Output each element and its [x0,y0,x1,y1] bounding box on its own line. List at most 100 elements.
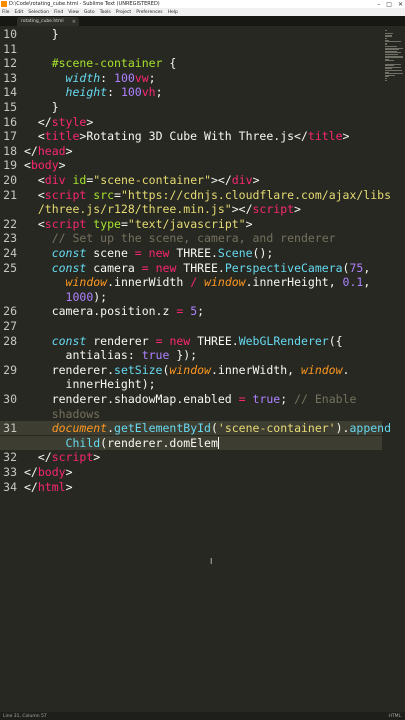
code-line[interactable]: antialias: true }); [0,348,382,362]
maximize-icon[interactable]: □ [386,1,392,8]
code-token: #scene-container [24,56,163,71]
minimap[interactable] [383,26,405,86]
tab-rotating-cube[interactable]: rotating_cube.html × [17,17,79,26]
code-line[interactable]: 24 const scene = new THREE.Scene(); [0,246,382,260]
code-line[interactable]: Child(renderer.domElem [0,435,382,450]
menu-goto[interactable]: Goto [84,10,95,15]
menu-project[interactable]: Project [116,10,131,15]
minimize-icon[interactable]: – [377,1,380,8]
code-line[interactable]: 31 document.getElementById('scene-contai… [0,421,391,436]
close-icon[interactable]: ✕ [398,1,403,8]
code-line[interactable]: 22 <script type="text/javascript"> [0,217,382,231]
code-token: >Rotating 3D Cube With Three.js</ [79,129,308,144]
tab-close-icon[interactable]: × [72,19,76,25]
line-number: 17 [3,129,17,144]
code-line[interactable]: 19 <body> [0,158,382,172]
code-token: shadows [24,406,101,421]
syntax-mode[interactable]: HTML [388,714,401,719]
menu-file[interactable]: File [2,10,10,15]
code-text: <body> [24,158,66,172]
code-line[interactable]: /three.js/r128/three.min.js"></script> [0,202,382,216]
code-line[interactable]: 17 <title>Rotating 3D Cube With Three.js… [0,129,382,143]
code-token: ); [93,289,108,304]
code-token: ></ [211,173,232,187]
menu-find[interactable]: Find [54,10,63,15]
code-line[interactable]: 26 camera.position.z = 5; [0,304,382,318]
code-line[interactable]: 14 height: 100vh; [0,85,382,99]
code-token: = [120,216,128,231]
code-line[interactable]: 29 renderer.setSize(window.innerWidth, w… [0,363,382,377]
menu-help[interactable]: Help [168,10,178,15]
window-controls: – □ ✕ [377,0,403,8]
code-token: new [169,333,191,348]
code-line[interactable]: window.innerWidth / window.innerHeight, … [0,275,382,289]
code-token: > [252,173,260,187]
code-line[interactable]: 15 } [0,100,382,114]
code-token: ({ [328,333,343,348]
code-token: renderer [86,333,156,348]
code-line[interactable]: 23 // Set up the scene, camera, and rend… [0,231,382,245]
code-token: setSize [114,362,163,377]
tab-label: rotating_cube.html [21,19,64,24]
minimap-line [385,41,402,43]
code-line[interactable]: innerHeight); [0,377,382,391]
menu-view[interactable]: View [68,10,79,15]
tab-bar: rotating_cube.html × [0,16,405,26]
code-text: antialias: true }); [24,348,198,362]
title-bar: D:\Code\rotating_cube.html - Sublime Tex… [0,0,405,8]
code-token: < [24,187,45,202]
code-token: ></ [231,202,253,217]
code-line[interactable]: 13 width: 100vw; [0,71,382,85]
code-token: ). [335,421,350,436]
menu-edit[interactable]: Edit [15,10,24,15]
code-line[interactable]: 21 <script src="https://cdnjs.cloudflare… [0,187,391,202]
code-token: .innerWidth, [210,362,301,377]
code-line[interactable]: 20 <div id="scene-container"></div> [0,173,382,187]
line-number: 24 [3,246,17,260]
code-line[interactable]: 18 </head> [0,144,382,158]
code-line[interactable]: 33 </body> [0,465,382,479]
menu-tools[interactable]: Tools [100,10,111,15]
code-token: 1000 [65,289,94,304]
code-token: window [169,362,211,377]
code-text: const renderer = new THREE.WebGLRenderer… [24,334,343,348]
code-token: , [363,275,371,290]
line-number: 19 [3,158,17,173]
code-token: > [245,216,253,231]
menu-preferences[interactable]: Preferences [136,10,162,15]
code-line[interactable]: 25 const camera = new THREE.PerspectiveC… [0,261,382,275]
line-number: 16 [3,114,17,129]
code-line[interactable]: 27 [0,319,382,333]
code-line[interactable]: 30 renderer.shadowMap.enabled = true; //… [0,392,382,406]
code-line[interactable]: 11 [0,42,382,56]
code-line[interactable]: 10 } [0,27,382,41]
code-token: 100 [120,85,142,100]
code-token: camera.position.z [24,304,177,319]
code-token: 0.1 [342,275,364,290]
code-text: /three.js/r128/three.min.js"></script> [24,202,301,216]
status-bar: Line 31, Column 57 HTML [0,712,405,720]
menu-selection[interactable]: Selection [28,10,49,15]
code-line[interactable]: 28 const renderer = new THREE.WebGLRende… [0,334,382,348]
code-text: <title>Rotating 3D Cube With Three.js</t… [24,129,350,144]
code-line[interactable]: 16 </style> [0,115,382,129]
code-text: </style> [24,115,93,129]
code-token: window [300,362,343,377]
code-token: > [65,479,73,494]
line-number: 27 [3,319,17,333]
code-token: div [44,173,66,187]
code-line[interactable]: 34 </html> [0,480,382,494]
code-editor[interactable]: 10 } 11 12 #scene-container {13 width: 100… [0,26,405,712]
code-text: Child(renderer.domElem [24,436,219,450]
code-line[interactable]: 1000); [0,290,382,304]
code-line[interactable]: 32 </script> [0,450,382,464]
code-line[interactable]: 12 #scene-container { [0,56,382,70]
code-line[interactable]: shadows [0,407,382,421]
code-token: ; [197,304,205,319]
